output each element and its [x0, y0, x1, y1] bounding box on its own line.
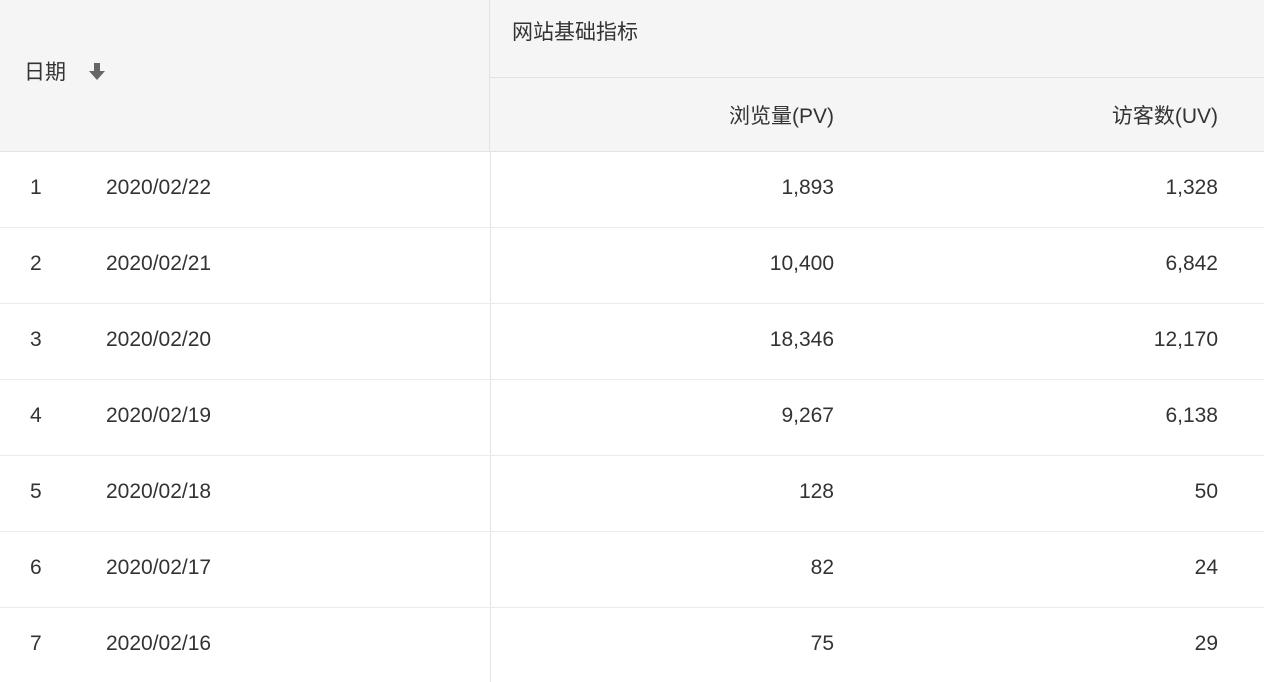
date-column-label: 日期: [24, 61, 66, 84]
pv-column-header[interactable]: 浏览量(PV): [490, 78, 834, 152]
header-date-cell: 日期: [0, 0, 490, 152]
row-index: 7: [30, 632, 42, 655]
table-header: 日期 网站基础指标 浏览量(PV) 访客数(UV): [0, 0, 1264, 152]
row-index: 3: [30, 328, 42, 351]
row-uv-value: 50: [1194, 480, 1218, 503]
row-index: 4: [30, 404, 42, 427]
arrow-down-icon[interactable]: [88, 61, 106, 81]
row-pv-value: 1,893: [781, 176, 834, 199]
row-index: 1: [30, 176, 42, 199]
row-uv-value: 12,170: [1153, 328, 1218, 351]
row-uv-value: 6,842: [1165, 252, 1218, 275]
row-uv-value: 6,138: [1165, 404, 1218, 427]
row-index: 2: [30, 252, 42, 275]
table-body: 1 2020/02/22 1,893 1,328 2 2020/02/21 10…: [0, 152, 1264, 682]
row-pv-value: 75: [810, 632, 834, 655]
table-row: 4 2020/02/19 9,267 6,138: [0, 380, 1264, 456]
row-date: 2020/02/18: [106, 480, 212, 503]
table-row: 3 2020/02/20 18,346 12,170: [0, 304, 1264, 380]
data-table: 日期 网站基础指标 浏览量(PV) 访客数(UV) 1 2020/02/22 1…: [0, 0, 1264, 682]
row-index: 5: [30, 480, 42, 503]
row-pv-value: 18,346: [769, 328, 834, 351]
row-index: 6: [30, 556, 42, 579]
row-date: 2020/02/16: [106, 632, 212, 655]
table-row: 7 2020/02/16 75 29: [0, 608, 1264, 682]
row-uv-value: 1,328: [1165, 176, 1218, 199]
table-row: 1 2020/02/22 1,893 1,328: [0, 152, 1264, 228]
row-date: 2020/02/22: [106, 176, 212, 199]
row-date: 2020/02/19: [106, 404, 212, 427]
group-header-label: 网站基础指标: [512, 21, 638, 44]
row-date: 2020/02/20: [106, 328, 212, 351]
row-pv-value: 128: [798, 480, 834, 503]
uv-column-label: 访客数(UV): [1111, 105, 1218, 128]
row-pv-value: 9,267: [781, 404, 834, 427]
row-uv-value: 24: [1194, 556, 1218, 579]
table-row: 5 2020/02/18 128 50: [0, 456, 1264, 532]
row-pv-value: 10,400: [769, 252, 834, 275]
row-date: 2020/02/17: [106, 556, 212, 579]
date-sort-header[interactable]: 日期: [24, 56, 106, 86]
table-row: 6 2020/02/17 82 24: [0, 532, 1264, 608]
row-date: 2020/02/21: [106, 252, 212, 275]
group-header-cell: 网站基础指标: [490, 0, 1264, 78]
row-pv-value: 82: [810, 556, 834, 579]
row-uv-value: 29: [1194, 632, 1218, 655]
pv-column-label: 浏览量(PV): [729, 105, 834, 128]
table-row: 2 2020/02/21 10,400 6,842: [0, 228, 1264, 304]
uv-column-header[interactable]: 访客数(UV): [834, 78, 1218, 152]
